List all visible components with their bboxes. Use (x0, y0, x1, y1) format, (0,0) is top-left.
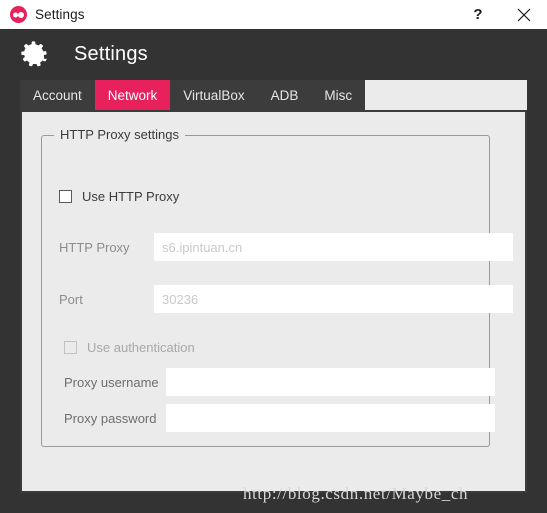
group-title: HTTP Proxy settings (54, 127, 185, 142)
use-http-proxy-row[interactable]: Use HTTP Proxy (59, 189, 179, 204)
title-bar: Settings ? (0, 0, 547, 29)
close-icon (517, 8, 531, 21)
settings-window: Settings ? Settings Account Network Virt… (0, 0, 547, 513)
use-authentication-label: Use authentication (87, 340, 195, 355)
http-proxy-label: HTTP Proxy (59, 239, 130, 255)
port-input[interactable] (154, 285, 513, 313)
use-http-proxy-label: Use HTTP Proxy (82, 189, 180, 204)
tab-bar: Account Network VirtualBox ADB Misc (20, 80, 366, 110)
port-row: Port (59, 285, 513, 313)
use-http-proxy-checkbox[interactable] (59, 190, 72, 203)
close-button[interactable] (501, 0, 547, 29)
page-title: Settings (74, 43, 148, 65)
proxy-username-row: Proxy username (64, 368, 495, 396)
port-label: Port (59, 291, 83, 307)
page-header: Settings (0, 29, 547, 80)
http-proxy-row: HTTP Proxy (59, 233, 513, 261)
help-button[interactable]: ? (455, 0, 501, 29)
use-authentication-checkbox[interactable] (64, 341, 77, 354)
tab-network[interactable]: Network (94, 80, 171, 110)
proxy-username-input[interactable] (166, 368, 495, 396)
tab-misc[interactable]: Misc (311, 80, 366, 110)
proxy-username-label: Proxy username (64, 374, 159, 390)
window-controls: ? (455, 0, 547, 29)
tab-adb[interactable]: ADB (257, 80, 312, 110)
tab-account[interactable]: Account (20, 80, 95, 110)
app-logo-icon (10, 6, 27, 23)
tab-page-network: HTTP Proxy settings Use HTTP Proxy HTTP … (20, 110, 527, 493)
app-logo-dot-large (18, 11, 24, 18)
tab-virtualbox[interactable]: VirtualBox (170, 80, 258, 110)
http-proxy-settings-group: HTTP Proxy settings Use HTTP Proxy HTTP … (41, 127, 513, 447)
http-proxy-input[interactable] (154, 233, 513, 261)
proxy-password-row: Proxy password (64, 404, 495, 432)
window-title: Settings (35, 7, 85, 22)
gear-icon (21, 40, 47, 66)
use-authentication-row[interactable]: Use authentication (64, 340, 195, 355)
proxy-password-label: Proxy password (64, 410, 157, 426)
settings-panel: Account Network VirtualBox ADB Misc HTTP… (20, 80, 527, 493)
proxy-password-input[interactable] (166, 404, 495, 432)
